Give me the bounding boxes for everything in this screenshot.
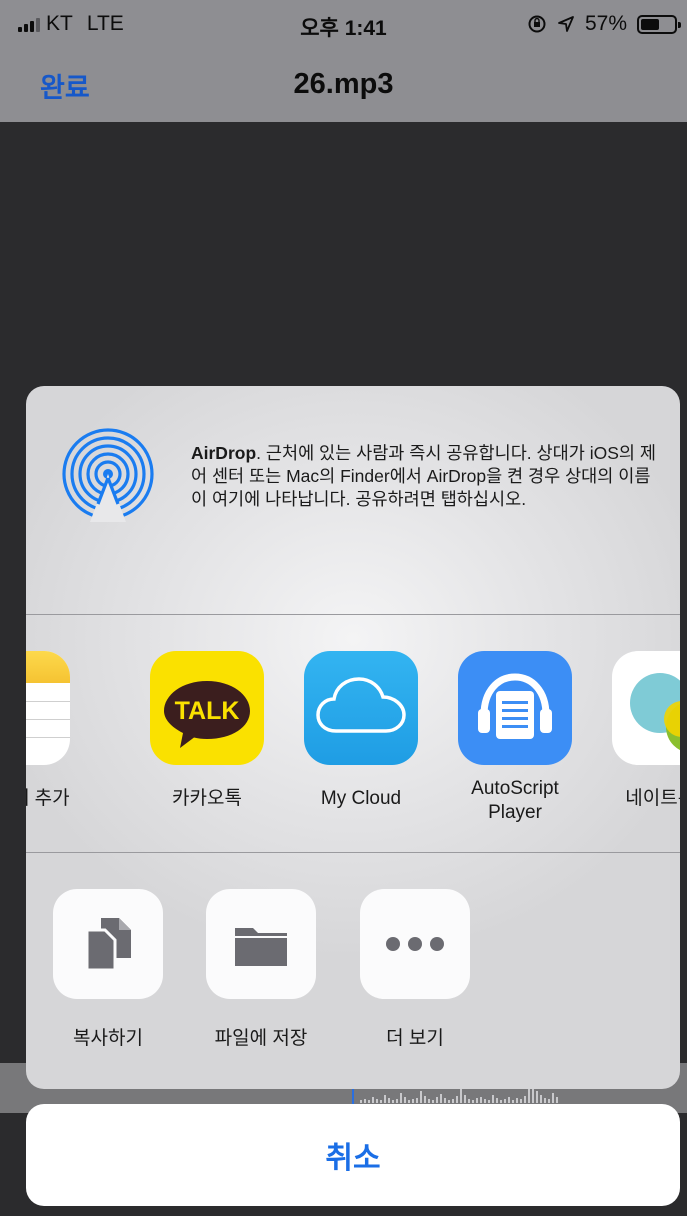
- waveform-bar: [404, 1097, 406, 1103]
- action-label: 복사하기: [73, 1028, 143, 1049]
- copy-icon: [85, 918, 131, 972]
- waveform-bar: [548, 1099, 550, 1103]
- app-label: 모에 추가: [26, 788, 70, 809]
- app-label-line2: Player: [488, 802, 542, 823]
- copy-icon-tile: [53, 889, 163, 999]
- status-bar: KT LTE 오후 1:41 57%: [0, 0, 687, 48]
- airdrop-icon: [62, 428, 154, 522]
- waveform-bar: [472, 1100, 474, 1103]
- waveform-bar: [556, 1097, 558, 1103]
- folder-icon: [235, 928, 287, 966]
- action-more[interactable]: 더 보기: [340, 889, 490, 1050]
- cloud-icon: [304, 651, 418, 765]
- waveform-bar: [420, 1091, 422, 1103]
- status-right: 57%: [527, 12, 681, 36]
- waveform-bar: [396, 1099, 398, 1103]
- waveform-bar: [380, 1100, 382, 1103]
- waveform-bar: [476, 1098, 478, 1103]
- share-sheet: AirDrop. 근처에 있는 사람과 즉시 공유합니다. 상대가 iOS의 제…: [26, 386, 680, 1089]
- waveform-bar: [540, 1095, 542, 1103]
- waveform-bar: [496, 1098, 498, 1103]
- waveform-bar: [428, 1099, 430, 1103]
- cancel-button[interactable]: 취소: [26, 1104, 680, 1206]
- waveform-bar: [444, 1098, 446, 1103]
- waveform-bar: [436, 1097, 438, 1103]
- waveform-bar: [360, 1100, 362, 1103]
- waveform-bar: [480, 1097, 482, 1103]
- nav-title: 26.mp3: [293, 68, 394, 100]
- waveform-bar: [488, 1100, 490, 1103]
- waveform-bar: [484, 1099, 486, 1103]
- waveform-bar: [388, 1098, 390, 1103]
- app-label-line1: AutoScript: [471, 778, 559, 799]
- orientation-lock-icon: [528, 15, 546, 33]
- more-icon: [386, 937, 444, 951]
- app-nateon[interactable]: 네이트온이: [594, 651, 680, 811]
- waveform-bar: [364, 1099, 366, 1103]
- waveform-bar: [500, 1100, 502, 1103]
- waveform-bar: [440, 1094, 442, 1103]
- app-label: 네이트온이: [625, 788, 680, 809]
- battery-icon: [637, 14, 681, 34]
- action-label: 파일에 저장: [214, 1028, 308, 1049]
- nav-bar: 완료 26.mp3: [0, 48, 687, 122]
- waveform-bar: [432, 1100, 434, 1103]
- airdrop-body: . 근처에 있는 사람과 즉시 공유합니다. 상대가 iOS의 제어 센터 또는…: [191, 443, 656, 509]
- app-my-cloud[interactable]: My Cloud: [286, 651, 436, 811]
- kakaotalk-icon: TALK: [150, 651, 264, 765]
- waveform-bar: [368, 1100, 370, 1103]
- nateon-icon: [612, 651, 680, 765]
- waveform-bar: [372, 1097, 374, 1103]
- waveform-bar: [544, 1098, 546, 1103]
- actions-row: 복사하기 파일에 저장 더 보기: [26, 853, 680, 1089]
- action-copy[interactable]: 복사하기: [33, 889, 183, 1050]
- apps-row[interactable]: 모에 추가 TALK 카카오톡 My Cloud: [26, 615, 680, 852]
- waveform-bar: [512, 1100, 514, 1103]
- waveform-bar: [464, 1095, 466, 1103]
- waveform-bar: [376, 1099, 378, 1103]
- waveform-bar: [452, 1099, 454, 1103]
- app-autoscript-player[interactable]: AutoScript Player: [440, 651, 590, 825]
- waveform-bar: [504, 1099, 506, 1103]
- autoscript-player-icon: [458, 651, 572, 765]
- waveform-bar: [392, 1100, 394, 1103]
- waveform-bar: [528, 1087, 530, 1103]
- waveform-bar: [524, 1096, 526, 1103]
- action-label: 더 보기: [386, 1028, 444, 1049]
- waveform-bar: [516, 1098, 518, 1103]
- waveform-bar: [460, 1089, 462, 1103]
- waveform-bar: [416, 1098, 418, 1103]
- waveform-bar: [552, 1093, 554, 1103]
- battery-percent: 57%: [584, 12, 627, 35]
- waveform-bar: [508, 1097, 510, 1103]
- waveform-bar: [384, 1095, 386, 1103]
- app-kakaotalk[interactable]: TALK 카카오톡: [132, 651, 282, 811]
- waveform-bar: [520, 1099, 522, 1103]
- waveform-bar: [400, 1093, 402, 1103]
- airdrop-title: AirDrop: [191, 443, 257, 463]
- app-notes[interactable]: 모에 추가: [26, 651, 88, 811]
- app-label: My Cloud: [320, 788, 402, 809]
- waveform-bar: [424, 1096, 426, 1103]
- more-icon-tile: [360, 889, 470, 999]
- waveform-bar: [408, 1100, 410, 1103]
- kakaotalk-icon-text: TALK: [175, 697, 240, 725]
- waveform-bar: [456, 1096, 458, 1103]
- waveform-bar: [492, 1095, 494, 1103]
- waveform-bar: [448, 1100, 450, 1103]
- waveform-bar: [536, 1091, 538, 1103]
- app-label: AutoScript Player: [440, 777, 590, 825]
- folder-icon-tile: [206, 889, 316, 999]
- airdrop-description: AirDrop. 근처에 있는 사람과 즉시 공유합니다. 상대가 iOS의 제…: [191, 442, 661, 511]
- waveform-bar: [412, 1099, 414, 1103]
- app-label: 카카오톡: [172, 788, 242, 809]
- action-save-to-files[interactable]: 파일에 저장: [186, 889, 336, 1050]
- airdrop-section[interactable]: AirDrop. 근처에 있는 사람과 즉시 공유합니다. 상대가 iOS의 제…: [26, 386, 680, 614]
- location-icon: [558, 16, 574, 32]
- waveform-bar: [468, 1099, 470, 1103]
- battery-fill: [641, 18, 660, 30]
- notes-icon: [26, 651, 70, 765]
